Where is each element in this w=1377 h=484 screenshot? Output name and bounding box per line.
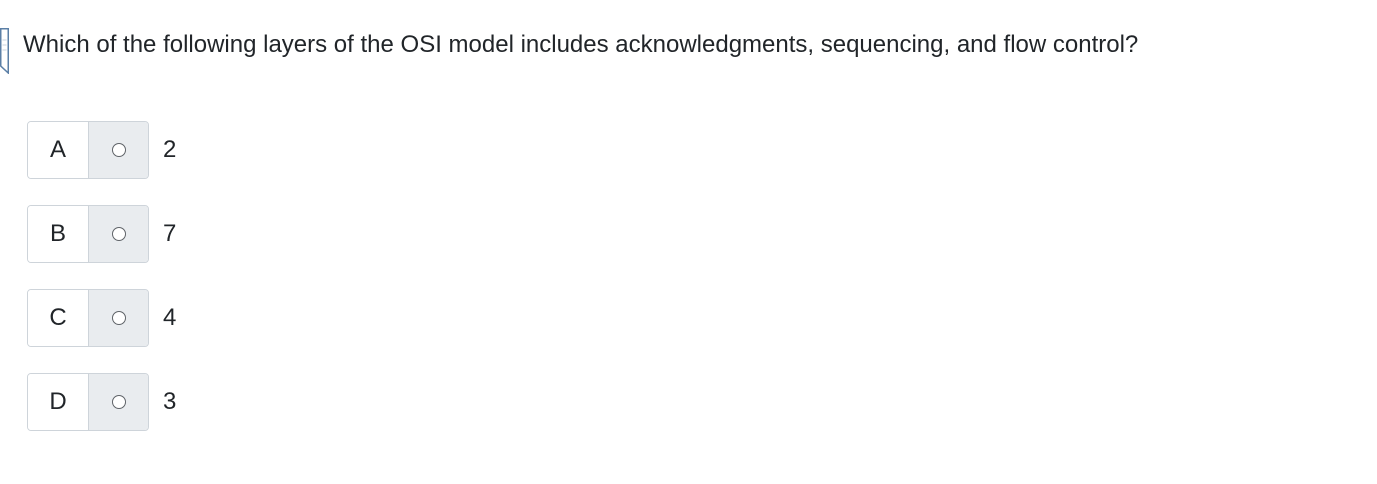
option-a-radio-cell[interactable] bbox=[89, 122, 148, 178]
option-b[interactable]: B 7 bbox=[27, 205, 176, 263]
option-d-box[interactable]: D bbox=[27, 373, 149, 431]
option-a-text: 2 bbox=[163, 136, 177, 163]
option-b-radio-cell[interactable] bbox=[89, 206, 148, 262]
radio-unchecked-icon[interactable] bbox=[111, 227, 126, 241]
option-a-letter: A bbox=[28, 122, 89, 178]
option-b-letter: B bbox=[28, 206, 89, 262]
answer-options: A 2 B 7 C 4 D 3 bbox=[27, 121, 176, 457]
option-a-box[interactable]: A bbox=[27, 121, 149, 179]
radio-unchecked-icon[interactable] bbox=[111, 311, 126, 325]
option-d-text: 3 bbox=[163, 388, 177, 415]
option-c-text: 4 bbox=[163, 304, 177, 331]
option-d[interactable]: D 3 bbox=[27, 373, 176, 431]
option-c-radio-cell[interactable] bbox=[89, 290, 148, 346]
bookmark-flag-icon[interactable] bbox=[0, 28, 9, 74]
option-b-text: 7 bbox=[163, 220, 177, 247]
radio-unchecked-icon[interactable] bbox=[111, 143, 126, 157]
radio-unchecked-icon[interactable] bbox=[111, 395, 126, 409]
option-b-box[interactable]: B bbox=[27, 205, 149, 263]
option-d-letter: D bbox=[28, 374, 89, 430]
question-page: Which of the following layers of the OSI… bbox=[0, 0, 1377, 484]
option-d-radio-cell[interactable] bbox=[89, 374, 148, 430]
option-c-letter: C bbox=[28, 290, 89, 346]
question-text: Which of the following layers of the OSI… bbox=[23, 31, 1139, 58]
option-c-box[interactable]: C bbox=[27, 289, 149, 347]
option-a[interactable]: A 2 bbox=[27, 121, 176, 179]
option-c[interactable]: C 4 bbox=[27, 289, 176, 347]
